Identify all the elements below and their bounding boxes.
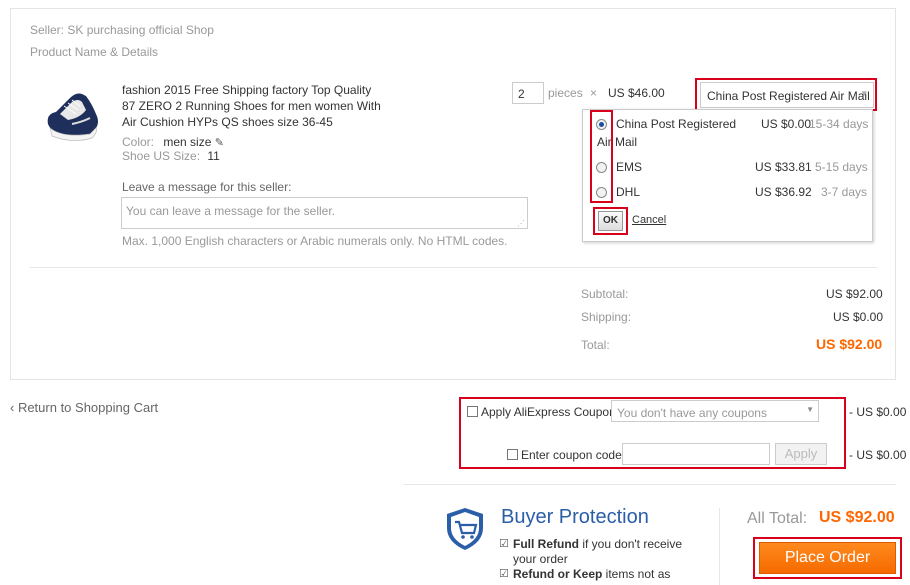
divider (719, 508, 720, 585)
size-label: Shoe US Size: (122, 149, 201, 163)
shipping-option-price: US $36.92 (755, 185, 812, 199)
pieces-label: pieces (548, 86, 583, 100)
divider (30, 267, 877, 268)
coupon-select[interactable]: You don't have any coupons ▼ (611, 400, 819, 422)
shipping-option-price: US $0.00 (761, 117, 812, 131)
all-total-value: US $92.00 (819, 509, 895, 526)
color-label: Color: (122, 135, 155, 149)
product-image[interactable] (42, 84, 102, 146)
shipping-cancel-link[interactable]: Cancel (632, 214, 666, 226)
apply-coupon-label: Apply AliExpress Coupon: (481, 405, 620, 419)
resize-handle-icon[interactable]: ⋰ (517, 219, 525, 228)
shipping-option-name: EMS (616, 160, 643, 174)
shipping-option-name: China Post Registered (616, 117, 737, 131)
shipping-option-price: US $33.81 (755, 160, 812, 174)
coupon-code-amount: - US $0.00 (849, 448, 907, 462)
subtotal-value: US $92.00 (826, 287, 883, 301)
protection-item-bold: Refund or Keep (513, 567, 603, 581)
quantity-value: 2 (518, 87, 525, 101)
coupon-code-label: Enter coupon code: (521, 448, 626, 462)
protection-item-text: items not as (602, 567, 671, 581)
message-hint: Max. 1,000 English characters or Arabic … (122, 234, 508, 248)
shipping-label: Shipping: (581, 310, 632, 324)
protection-item-text: if you don't receive (579, 537, 683, 551)
divider (404, 484, 896, 485)
coupon-code-checkbox[interactable] (507, 449, 518, 460)
product-header: Product Name & Details (30, 45, 159, 59)
total-value: US $92.00 (816, 336, 883, 352)
coupon-code-input[interactable] (622, 443, 770, 465)
edit-icon[interactable]: ✎ (215, 137, 224, 149)
color-value: men size (163, 135, 212, 149)
unit-price: US $46.00 (608, 86, 665, 100)
apply-coupon-checkbox[interactable] (467, 406, 478, 417)
coupon-discount-amount: - US $0.00 (849, 405, 907, 419)
protection-item-text-line2: your order (513, 552, 568, 566)
shipping-option-name: DHL (616, 185, 641, 199)
all-total-label: All Total: (747, 510, 808, 527)
buyer-protection-title: Buyer Protection (501, 506, 649, 528)
shipping-option-days: 15-34 days (809, 117, 869, 131)
shoe-icon (47, 93, 98, 141)
message-placeholder: You can leave a message for the seller. (126, 204, 336, 218)
protection-item-bold: Full Refund (513, 537, 579, 551)
product-title[interactable]: fashion 2015 Free Shipping factory Top Q… (122, 82, 382, 130)
message-textarea[interactable]: You can leave a message for the seller. … (121, 197, 528, 229)
check-icon: ☑ (499, 568, 509, 580)
times-sign: × (590, 86, 598, 100)
total-label: Total: (581, 338, 610, 352)
highlight-ok-button (593, 207, 628, 235)
highlight-shipping-select (695, 78, 877, 111)
apply-coupon-button[interactable]: Apply (775, 443, 827, 465)
size-value: 11 (207, 149, 220, 163)
coupon-select-value: You don't have any coupons (617, 406, 767, 420)
highlight-radio-column (590, 110, 613, 203)
shipping-option-days: 5-15 days (815, 160, 868, 174)
message-label: Leave a message for this seller: (122, 180, 292, 194)
shipping-option-days: 3-7 days (821, 185, 868, 199)
shipping-value: US $0.00 (833, 310, 884, 324)
check-icon: ☑ (499, 538, 509, 550)
highlight-place-order (753, 537, 902, 579)
quantity-input[interactable]: 2 (512, 82, 544, 104)
return-to-cart-link[interactable]: ‹ Return to Shopping Cart (10, 400, 158, 415)
shield-icon (444, 506, 486, 552)
subtotal-label: Subtotal: (581, 287, 629, 301)
chevron-down-icon: ▼ (806, 405, 814, 414)
seller-label: Seller: SK purchasing official Shop (30, 23, 214, 37)
